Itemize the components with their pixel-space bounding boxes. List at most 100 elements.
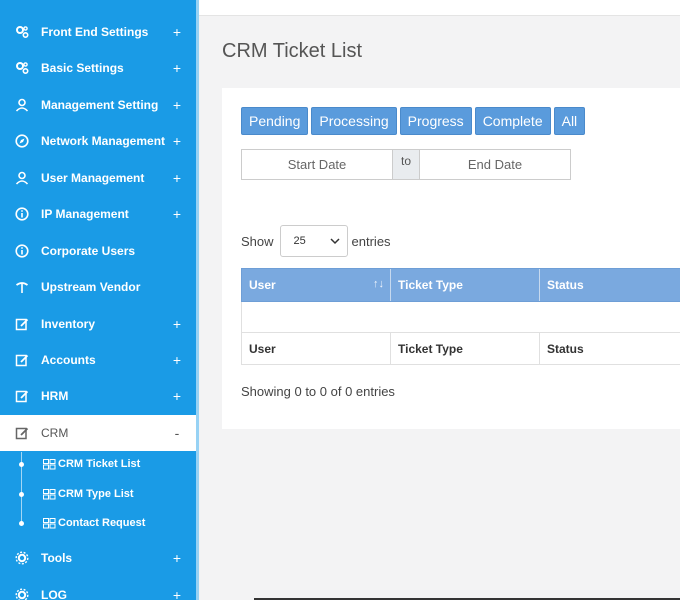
expand-toggle[interactable]: + <box>170 97 184 113</box>
sidebar-item-corporate-users[interactable]: Corporate Users <box>0 233 196 269</box>
sidebar-item-hrm[interactable]: HRM + <box>0 378 196 414</box>
gear-icon <box>14 550 30 566</box>
edit-icon <box>14 352 30 368</box>
sidebar-item-label: User Management <box>41 171 145 185</box>
edit-icon <box>14 316 30 332</box>
sidebar-item-label: Corporate Users <box>41 244 136 258</box>
page-title: CRM Ticket List <box>222 40 363 62</box>
sidebar-subitem-label: Contact Request <box>58 517 146 529</box>
column-header-label: Status <box>547 278 584 292</box>
date-to-label: to <box>393 149 419 180</box>
empty-table-row <box>241 302 680 333</box>
sidebar-item-label: Management Setting <box>41 98 159 112</box>
table-header: User ↑↓ Ticket Type Status <box>241 268 680 302</box>
user-icon <box>14 97 30 113</box>
sidebar-item-label: Accounts <box>41 353 96 367</box>
edit-icon <box>14 425 30 441</box>
sidebar-item-tools[interactable]: Tools + <box>0 540 196 576</box>
entries-select-value: 25 <box>293 235 306 247</box>
footer-user: User <box>242 333 391 364</box>
footer-ticket-type: Ticket Type <box>391 333 540 364</box>
sidebar-item-label: LOG <box>41 588 67 600</box>
expand-toggle[interactable]: + <box>170 206 184 222</box>
column-header-ticket-type[interactable]: Ticket Type <box>391 269 540 301</box>
expand-toggle[interactable]: + <box>170 587 184 600</box>
column-header-user[interactable]: User ↑↓ <box>242 269 391 301</box>
column-header-status[interactable]: Status <box>540 269 680 301</box>
show-label: Show <box>241 233 274 249</box>
sidebar-item-front-end-settings[interactable]: Front End Settings + <box>0 14 196 50</box>
complete-button[interactable]: Complete <box>474 107 551 135</box>
sidebar-item-label: CRM <box>41 426 69 440</box>
expand-toggle[interactable]: + <box>170 352 184 368</box>
sidebar-scrollbar[interactable] <box>196 0 199 600</box>
sidebar-item-label: Upstream Vendor <box>41 280 141 294</box>
sidebar-item-basic-settings[interactable]: Basic Settings + <box>0 50 196 86</box>
column-header-label: Ticket Type <box>398 278 463 292</box>
grid-icon <box>43 488 56 499</box>
sidebar-item-label: Basic Settings <box>41 61 124 75</box>
processing-button[interactable]: Processing <box>311 107 397 135</box>
status-filter-buttons: Pending Processing Progress Complete All <box>241 107 586 135</box>
chevron-down-icon <box>330 238 340 245</box>
sidebar-item-ip-management[interactable]: IP Management + <box>0 196 196 232</box>
column-header-label: User <box>249 278 276 292</box>
sidebar-item-label: IP Management <box>41 207 129 221</box>
sidebar-item-log[interactable]: LOG + <box>0 577 196 600</box>
sidebar-item-label: Network Management <box>41 134 166 148</box>
pending-button[interactable]: Pending <box>241 107 309 135</box>
entries-select[interactable]: 25 <box>279 225 348 257</box>
expand-toggle[interactable]: + <box>170 316 184 332</box>
footer-status: Status <box>547 341 584 356</box>
gear-icon <box>14 587 30 600</box>
expand-toggle[interactable]: - <box>170 425 184 441</box>
info-icon <box>14 206 30 222</box>
sidebar-item-user-management[interactable]: User Management + <box>0 160 196 196</box>
sidebar-item-upstream-vendor[interactable]: Upstream Vendor <box>0 269 196 305</box>
table-info: Showing 0 to 0 of 0 entries <box>241 384 395 399</box>
sidebar: Front End Settings + Basic Settings + Manage… <box>0 0 199 600</box>
grid-icon <box>43 517 56 528</box>
expand-toggle[interactable]: + <box>170 60 184 76</box>
all-button[interactable]: All <box>553 107 586 135</box>
submenu-line <box>21 452 22 524</box>
entries-length: Show 25 entries <box>241 225 391 257</box>
sidebar-item-inventory[interactable]: Inventory + <box>0 306 196 342</box>
grid-icon <box>43 458 56 469</box>
expand-toggle[interactable]: + <box>170 133 184 149</box>
sidebar-subitem-label: CRM Ticket List <box>58 458 141 470</box>
info-icon <box>14 243 30 259</box>
sidebar-item-crm[interactable]: CRM - <box>0 415 196 451</box>
end-date-input[interactable]: End Date <box>419 149 571 180</box>
top-bar <box>199 0 680 16</box>
sidebar-subitem-crm-type-list[interactable]: CRM Type List <box>0 480 196 508</box>
sidebar-subitem-crm-ticket-list[interactable]: CRM Ticket List <box>0 450 196 478</box>
date-range: Start Date to End Date <box>241 149 571 180</box>
sidebar-item-accounts[interactable]: Accounts + <box>0 342 196 378</box>
signpost-icon <box>14 279 30 295</box>
expand-toggle[interactable]: + <box>170 388 184 404</box>
sort-icon: ↑↓ <box>373 278 384 290</box>
gears-icon <box>14 24 30 40</box>
ticket-list-card: Pending Processing Progress Complete All… <box>222 88 680 429</box>
sidebar-subitem-label: CRM Type List <box>58 488 134 500</box>
entries-label: entries <box>351 233 391 249</box>
expand-toggle[interactable]: + <box>170 550 184 566</box>
sidebar-item-network-management[interactable]: Network Management + <box>0 123 196 159</box>
compass-icon <box>14 133 30 149</box>
user-icon <box>14 170 30 186</box>
sidebar-item-label: Inventory <box>41 317 96 331</box>
start-date-input[interactable]: Start Date <box>241 149 393 180</box>
expand-toggle[interactable]: + <box>170 170 184 186</box>
progress-button[interactable]: Progress <box>399 107 472 135</box>
expand-toggle[interactable]: + <box>170 24 184 40</box>
sidebar-subitem-contact-request[interactable]: Contact Request <box>0 509 196 537</box>
sidebar-item-label: HRM <box>41 389 69 403</box>
edit-icon <box>14 388 30 404</box>
table-footer: User Ticket Type Status <box>241 333 680 365</box>
ticket-table: User ↑↓ Ticket Type Status User Ticket T… <box>241 268 680 365</box>
sidebar-item-label: Front End Settings <box>41 25 149 39</box>
sidebar-item-management-setting[interactable]: Management Setting + <box>0 87 196 123</box>
gears-icon <box>14 60 30 76</box>
sidebar-item-label: Tools <box>41 551 73 565</box>
